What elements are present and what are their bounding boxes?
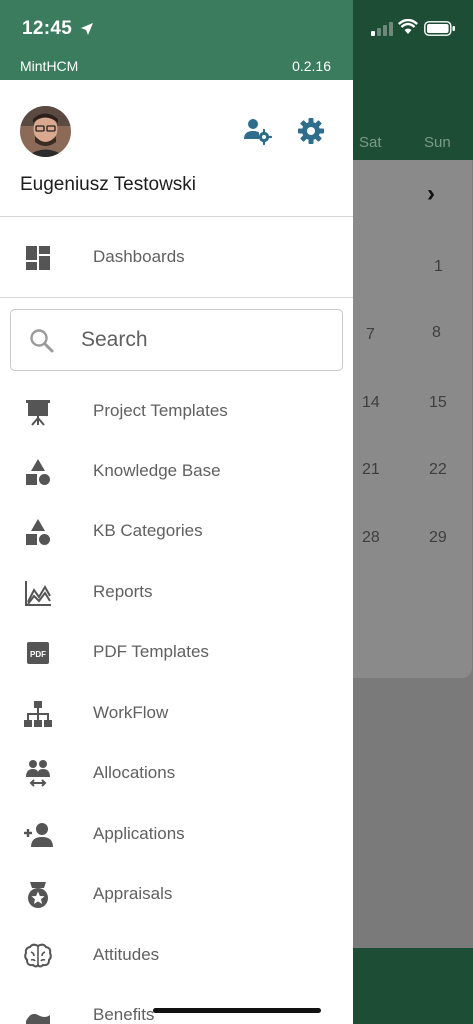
search-input[interactable] — [81, 322, 331, 358]
wifi-icon — [398, 19, 418, 34]
benefits-icon — [26, 1013, 50, 1024]
menu-item-label: Reports — [93, 582, 153, 601]
people-arrows-icon — [26, 760, 50, 787]
menu-item-label: Knowledge Base — [93, 461, 221, 480]
app-version: 0.2.16 — [292, 58, 331, 74]
dashboard-icon — [26, 246, 50, 270]
menu-item-label: KB Categories — [93, 521, 203, 540]
presentation-icon — [26, 400, 50, 426]
menu-item-knowledge-base[interactable]: Knowledge Base — [0, 442, 353, 502]
pdf-icon: PDF — [27, 642, 49, 664]
calendar-day[interactable]: 21 — [362, 461, 380, 479]
app-name: MintHCM — [20, 58, 79, 74]
menu-item-allocations[interactable]: Allocations — [0, 744, 353, 804]
menu-item-kb-categories[interactable]: KB Categories — [0, 502, 353, 562]
menu-item-pdf-templates[interactable]: PDF PDF Templates — [0, 623, 353, 683]
user-settings-button[interactable] — [242, 116, 273, 146]
calendar-day[interactable]: 14 — [362, 394, 380, 412]
settings-gear-icon — [298, 118, 324, 144]
menu-item-applications[interactable]: Applications — [0, 805, 353, 865]
menu-item-label: Project Templates — [93, 401, 228, 420]
search-box[interactable] — [10, 309, 343, 371]
user-profile-section: Eugeniusz Testowski — [0, 80, 353, 217]
menu-item-label: Appraisals — [93, 884, 173, 903]
weekday-sun: Sun — [424, 134, 451, 151]
menu-item-label: Allocations — [93, 763, 176, 782]
status-bar: 12:45 — [0, 0, 473, 56]
menu-item-label: Attitudes — [93, 945, 160, 964]
area-chart-icon — [25, 581, 51, 606]
calendar-day[interactable]: 15 — [429, 394, 447, 412]
search-icon — [30, 329, 54, 353]
menu-item-workflow[interactable]: WorkFlow — [0, 684, 353, 744]
sitemap-icon — [24, 701, 52, 727]
battery-icon — [424, 21, 455, 36]
menu-item-appraisals[interactable]: Appraisals — [0, 865, 353, 925]
shapes-icon — [26, 519, 50, 545]
menu-item-benefits[interactable]: Benefits — [0, 986, 353, 1024]
calendar-day[interactable]: 22 — [429, 461, 447, 479]
svg-text:PDF: PDF — [30, 650, 46, 659]
calendar-weekday-row: Sat Sun — [353, 126, 473, 160]
cellular-signal-icon — [371, 22, 393, 36]
menu-item-attitudes[interactable]: Attitudes — [0, 926, 353, 986]
home-indicator[interactable] — [153, 1008, 321, 1013]
menu-item-dashboards[interactable]: Dashboards — [0, 218, 353, 298]
person-add-icon — [24, 823, 53, 847]
avatar[interactable] — [20, 106, 71, 157]
brain-icon — [24, 943, 52, 968]
menu-item-project-templates[interactable]: Project Templates — [0, 382, 353, 442]
medal-icon — [28, 882, 48, 908]
menu-item-reports[interactable]: Reports — [0, 563, 353, 623]
calendar-day[interactable]: 7 — [366, 326, 375, 344]
next-month-chevron-icon[interactable]: › — [427, 180, 435, 208]
status-time: 12:45 — [22, 18, 73, 39]
navigation-drawer: MintHCM 0.2.16 Eugeniusz Testowski Dashb… — [0, 0, 353, 1024]
menu-item-label: Applications — [93, 824, 185, 843]
calendar-day[interactable]: 28 — [362, 529, 380, 547]
user-settings-icon — [244, 119, 273, 146]
shapes-icon — [26, 459, 50, 485]
calendar-day[interactable]: 1 — [434, 258, 443, 276]
calendar-day[interactable]: 8 — [432, 324, 441, 342]
location-arrow-icon — [81, 23, 93, 35]
settings-button[interactable] — [296, 116, 326, 146]
menu-item-label: Dashboards — [93, 247, 185, 266]
menu-item-label: PDF Templates — [93, 642, 209, 661]
menu-item-label: Benefits — [93, 1005, 155, 1024]
menu-item-label: WorkFlow — [93, 703, 169, 722]
calendar-day[interactable]: 29 — [429, 529, 447, 547]
weekday-sat: Sat — [359, 134, 382, 151]
user-name: Eugeniusz Testowski — [20, 174, 197, 195]
